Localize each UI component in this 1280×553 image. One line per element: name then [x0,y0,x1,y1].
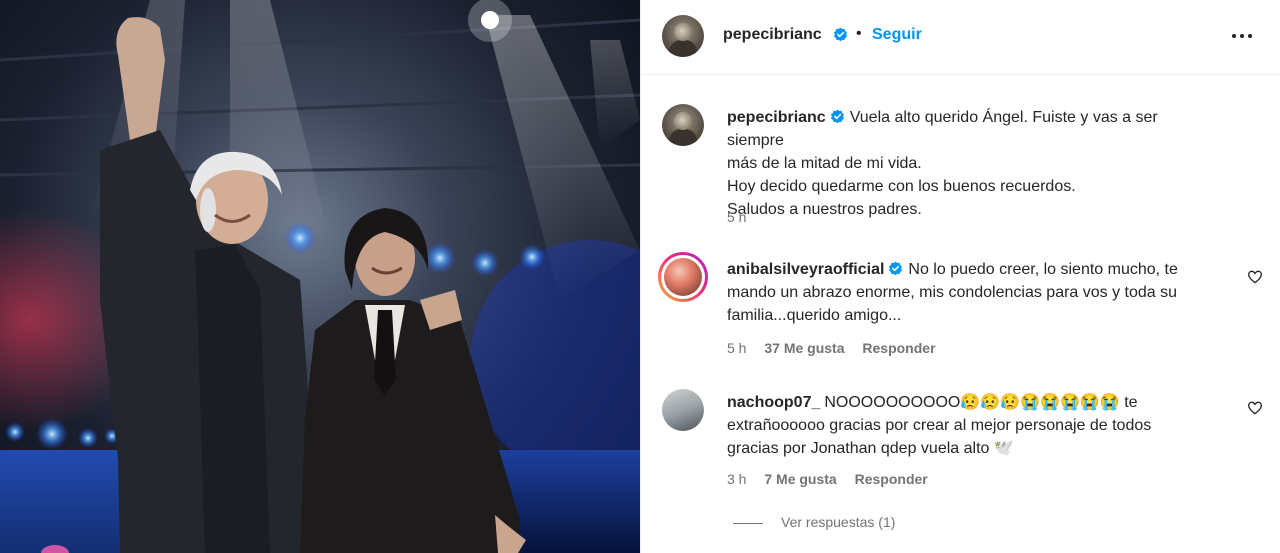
comment-text-line: No lo puedo creer, lo siento mucho, te [908,261,1178,278]
concert-stage-illustration [0,0,640,553]
caption-line: más de la mitad de mi vida. [727,155,922,172]
comment-text-line: extrañoooooo gracias por crear al mejor … [727,417,1152,434]
caption-line: Hoy decido quedarme con los buenos recue… [727,178,1076,195]
post-header: pepecibrianc • Seguir [641,0,1280,75]
reply-button[interactable]: Responder [855,471,928,487]
comment-username[interactable]: anibalsilveyraofficial [727,261,884,278]
commenter-avatar-with-story[interactable] [658,252,708,302]
comment-username[interactable]: nachoop07_ [727,394,820,411]
comment-text-line: familia...querido amigo... [727,307,902,324]
comment-timestamp[interactable]: 3 h [727,471,746,487]
comment-text-line: mando un abrazo enorme, mis condolencias… [727,284,1178,301]
comment-likes[interactable]: 7 Me gusta [764,471,836,487]
verified-badge-icon [889,261,903,276]
caption-timestamp[interactable]: 5 h [727,209,746,225]
comment-timestamp[interactable]: 5 h [727,340,746,356]
follow-button[interactable]: Seguir [872,26,922,44]
view-replies-label: Ver respuestas (1) [781,514,896,530]
verified-badge-icon [830,109,844,124]
separator-dot: • [856,25,862,42]
view-replies-button[interactable]: Ver respuestas (1) [733,514,895,530]
post-photo [0,0,640,553]
comment-text-line: gracias por Jonathan qdep vuela alto 🕊️ [727,440,1014,457]
heart-icon[interactable] [1247,400,1263,416]
post-details-panel: pepecibrianc • Seguir pepecibrianc Vuela… [640,0,1280,553]
commenter-avatar[interactable] [662,389,704,431]
caption-line: Saludos a nuestros padres. [727,201,922,218]
verified-badge-icon [834,27,847,42]
caption-username[interactable]: pepecibrianc [727,109,826,126]
replies-divider [733,522,763,524]
more-options-icon[interactable] [1231,26,1253,46]
caption-author-avatar[interactable] [662,104,704,146]
comment-text-line: NOOOOOOOOOO😥😥😥😭😭😭😭😭 te [824,394,1138,411]
author-avatar[interactable] [662,15,704,57]
reply-button[interactable]: Responder [862,340,935,356]
author-username[interactable]: pepecibrianc [723,26,822,44]
heart-icon[interactable] [1247,269,1263,285]
comment-likes[interactable]: 37 Me gusta [764,340,844,356]
